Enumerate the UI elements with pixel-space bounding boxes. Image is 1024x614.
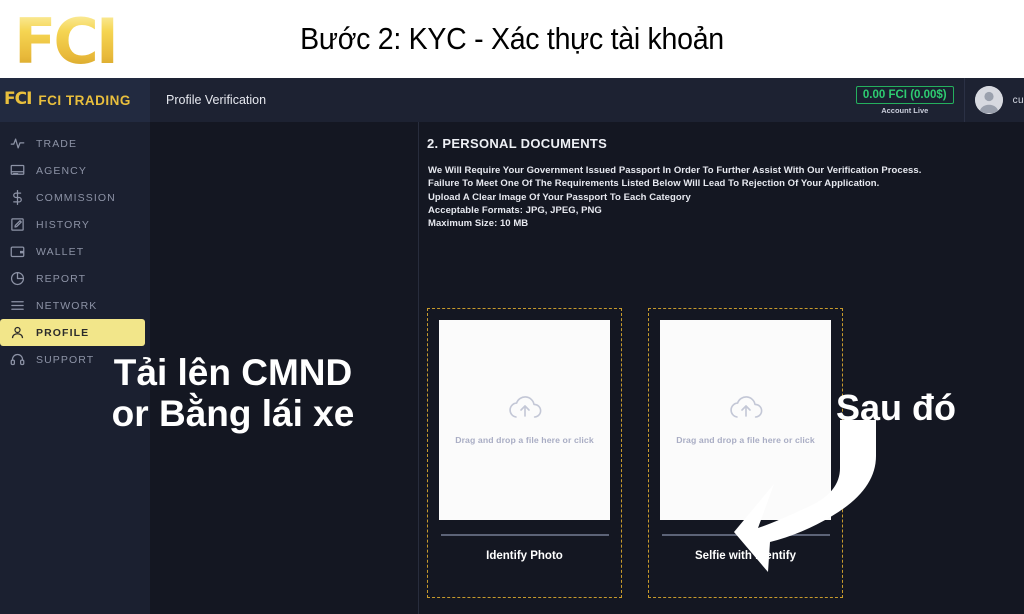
requirement-line: Failure To Meet One Of The Requirements … — [428, 178, 880, 190]
sidebar-item-agency[interactable]: AGENCY — [0, 157, 150, 184]
sidebar-item-label: WALLET — [36, 245, 85, 258]
section-title: 2. PERSONAL DOCUMENTS — [427, 136, 608, 151]
sidebar-nav: TRADE AGENCY COMMISSION HISTORY WALLET R… — [0, 122, 150, 373]
pulse-chart-icon — [10, 136, 25, 151]
sidebar-item-commission[interactable]: COMMISSION — [0, 184, 150, 211]
annotation-line: Tải lên CMND — [113, 352, 353, 393]
cloud-upload-icon — [727, 395, 765, 423]
page-title: Bước 2: KYC - Xác thực tài khoản — [300, 21, 724, 56]
sidebar-item-label: AGENCY — [36, 164, 87, 177]
person-icon — [10, 325, 25, 340]
pie-chart-icon — [10, 271, 25, 286]
topbar: Profile Verification 0.00 FCI (0.00$) Ac… — [150, 78, 1024, 122]
breadcrumb: Profile Verification — [166, 93, 267, 107]
requirement-line: Upload A Clear Image Of Your Passport To… — [428, 191, 691, 203]
divider — [440, 534, 609, 536]
dropzone-label: Identify Photo — [486, 550, 563, 562]
sidebar-item-report[interactable]: REPORT — [0, 265, 150, 292]
sidebar-item-label: COMMISSION — [36, 191, 116, 204]
pencil-edit-icon — [10, 217, 25, 232]
dropzone-placeholder: Drag and drop a file here or click — [455, 435, 594, 445]
screenshot-root: FCI Bước 2: KYC - Xác thực tài khoản FCI… — [0, 0, 1024, 614]
dropzone-identify-photo[interactable]: Drag and drop a file here or click Ident… — [427, 308, 622, 598]
headset-icon — [10, 352, 25, 367]
divider — [963, 78, 965, 122]
annotation-line: or Bằng lái xe — [111, 393, 355, 435]
sidebar-item-label: NETWORK — [36, 299, 98, 312]
requirement-line: Acceptable Formats: JPG, JPEG, PNG — [428, 204, 602, 216]
sidebar-item-label: HISTORY — [36, 218, 90, 231]
sidebar-item-trade[interactable]: TRADE — [0, 130, 150, 157]
sidebar-item-network[interactable]: NETWORK — [0, 292, 150, 319]
cloud-upload-icon — [506, 395, 544, 423]
top-banner: FCI Bước 2: KYC - Xác thực tài khoản — [0, 0, 1024, 78]
sidebar-item-wallet[interactable]: WALLET — [0, 238, 150, 265]
annotation-upload-id: Tải lên CMND or Bằng lái xe — [57, 352, 409, 435]
user-avatar-icon — [974, 86, 1003, 114]
requirement-line: We Will Require Your Government Issued P… — [428, 165, 922, 176]
sidebar-item-history[interactable]: HISTORY — [0, 211, 150, 238]
sidebar-brand[interactable]: FCI FCI TRADING — [0, 78, 150, 122]
avatar[interactable] — [974, 86, 1003, 114]
file-drop-area[interactable]: Drag and drop a file here or click — [439, 320, 610, 520]
fci-logo-icon: FCI — [4, 89, 32, 109]
sidebar-item-label: PROFILE — [36, 326, 90, 339]
requirement-line: Maximum Size: 10 MB — [428, 218, 529, 230]
curved-down-arrow-icon — [690, 420, 880, 580]
topbar-right-group: 0.00 FCI (0.00$) Account Live cu — [855, 78, 1024, 122]
sidebar: FCI FCI TRADING TRADE AGENCY COMMISSION — [0, 78, 150, 614]
monitor-icon — [10, 163, 25, 178]
dollar-icon — [10, 190, 25, 205]
wallet-icon — [10, 244, 25, 259]
account-status-label: Account Live — [881, 105, 929, 115]
sidebar-brand-label: FCI TRADING — [38, 92, 131, 108]
sidebar-item-label: REPORT — [36, 272, 87, 285]
balance-widget[interactable]: 0.00 FCI (0.00$) Account Live — [855, 85, 954, 115]
requirements-text: We Will Require Your Government Issued P… — [428, 164, 1008, 230]
list-icon — [10, 298, 25, 313]
username-label[interactable]: cu — [1013, 95, 1024, 106]
sidebar-item-label: TRADE — [36, 137, 78, 150]
balance-badge: 0.00 FCI (0.00$) — [855, 85, 954, 104]
sidebar-item-profile[interactable]: PROFILE — [0, 319, 145, 346]
